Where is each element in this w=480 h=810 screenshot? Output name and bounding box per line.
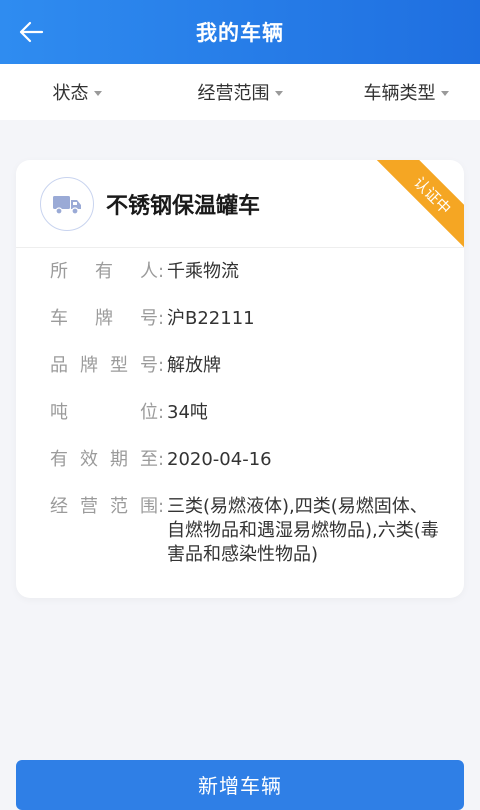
back-button[interactable] (14, 16, 48, 48)
label-colon: : (158, 261, 165, 282)
filter-vehicle-type[interactable]: 车辆类型 (320, 79, 480, 105)
info-row-plate: 车牌号 : 沪B22111 (16, 307, 464, 331)
filter-business-scope-label: 经营范围 (197, 83, 270, 104)
caret-down-icon (440, 90, 449, 96)
filter-status[interactable]: 状态 (0, 79, 160, 105)
info-value-owner: 千乘物流 (167, 261, 239, 282)
vehicle-card[interactable]: 认证中 不锈钢保温罐车 所有人 : 千乘物流 车牌号 : 沪B22111 品牌型… (16, 160, 464, 598)
info-row-owner: 所有人 : 千乘物流 (16, 260, 464, 284)
vehicle-avatar (40, 176, 94, 231)
app-header: 我的车辆 (0, 0, 480, 64)
info-label-brand-model: 品牌型号 (50, 355, 158, 376)
add-vehicle-button[interactable]: 新增车辆 (16, 760, 464, 810)
info-value-valid-until: 2020-04-16 (167, 449, 272, 470)
info-row-business-scope: 经营范围 : 三类(易燃液体),四类(易燃固体、自燃物品和遇湿易燃物品),六类(… (16, 495, 464, 567)
info-row-valid-until: 有效期至 : 2020-04-16 (16, 448, 464, 472)
info-value-plate: 沪B22111 (167, 308, 255, 329)
label-colon: : (158, 308, 165, 329)
vehicle-info-list: 所有人 : 千乘物流 车牌号 : 沪B22111 品牌型号 : 解放牌 吨位 :… (16, 248, 464, 567)
label-colon: : (158, 355, 165, 376)
label-colon: : (158, 449, 165, 470)
filter-bar: 状态 经营范围 车辆类型 (0, 64, 480, 120)
info-label-tonnage: 吨位 (50, 402, 158, 423)
info-label-business-scope: 经营范围 (50, 496, 158, 517)
info-label-plate: 车牌号 (50, 308, 158, 329)
truck-icon (53, 195, 81, 215)
filter-business-scope[interactable]: 经营范围 (160, 79, 320, 105)
info-value-tonnage: 34吨 (167, 402, 208, 423)
info-row-tonnage: 吨位 : 34吨 (16, 401, 464, 425)
caret-down-icon (274, 90, 283, 96)
label-colon: : (158, 496, 165, 517)
caret-down-icon (93, 90, 102, 96)
filter-status-label: 状态 (52, 83, 89, 104)
info-label-valid-until: 有效期至 (50, 449, 158, 470)
info-value-brand-model: 解放牌 (167, 355, 221, 376)
info-row-brand-model: 品牌型号 : 解放牌 (16, 354, 464, 378)
arrow-left-icon (19, 21, 44, 43)
info-label-owner: 所有人 (50, 261, 158, 282)
label-colon: : (158, 402, 165, 423)
info-value-business-scope: 三类(易燃液体),四类(易燃固体、自燃物品和遇湿易燃物品),六类(毒害品和感染性… (167, 496, 439, 565)
filter-vehicle-type-label: 车辆类型 (363, 83, 436, 104)
vehicle-name: 不锈钢保温罐车 (106, 193, 261, 219)
page-title: 我的车辆 (196, 21, 284, 45)
